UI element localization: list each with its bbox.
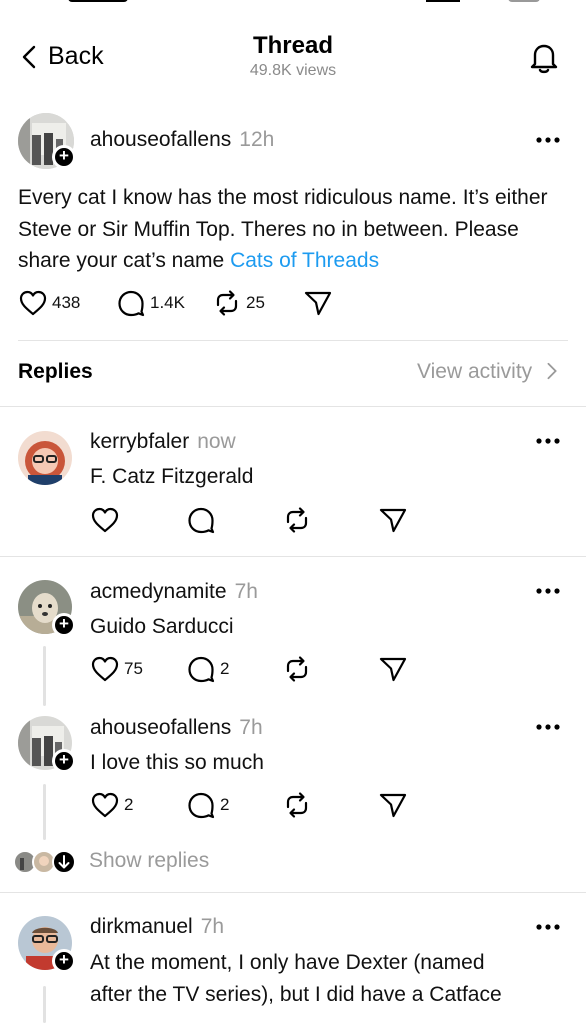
reply-count: 1.4K — [150, 293, 185, 312]
divider — [18, 340, 568, 341]
signal-icon — [426, 0, 460, 2]
comment-icon — [188, 507, 215, 534]
send-icon — [379, 793, 407, 818]
username[interactable]: dirkmanuel — [90, 915, 193, 938]
share-button[interactable] — [303, 288, 333, 318]
reply-text: I love this so much — [90, 751, 264, 774]
reply-avatars-stack[interactable] — [12, 848, 78, 876]
comment-icon — [188, 656, 215, 683]
username[interactable]: ahouseofallens — [90, 128, 231, 151]
reply-author[interactable]: dirkmanuel 7h — [90, 915, 224, 939]
like-count: 75 — [124, 659, 143, 678]
reply-time: 7h — [200, 915, 225, 938]
topic-tag[interactable]: Cats of Threads — [230, 249, 379, 272]
reply-button[interactable] — [186, 505, 216, 535]
like-button[interactable]: 2 — [90, 790, 133, 820]
follow-plus-icon[interactable]: + — [52, 749, 76, 773]
comment-icon — [188, 792, 215, 819]
repost-button[interactable] — [282, 654, 312, 684]
show-replies-link[interactable]: Show replies — [89, 849, 209, 873]
heart-icon — [91, 656, 119, 682]
nav-header: Back Thread 49.8K views — [0, 28, 586, 88]
follow-plus-icon[interactable]: + — [52, 613, 76, 637]
avatar[interactable] — [18, 431, 72, 485]
more-icon[interactable] — [534, 135, 562, 145]
reply-button[interactable]: 2 — [186, 790, 229, 820]
send-icon — [304, 291, 332, 316]
more-icon[interactable] — [534, 922, 562, 932]
heart-icon — [19, 290, 47, 316]
title-block: Thread 49.8K views — [0, 32, 586, 80]
username[interactable]: acmedynamite — [90, 580, 227, 603]
reply-text: F. Catz Fitzgerald — [90, 465, 254, 488]
comment-icon — [118, 290, 145, 317]
avatar-photo — [18, 431, 72, 485]
view-count: 49.8K views — [249, 62, 337, 79]
username[interactable]: ahouseofallens — [90, 716, 231, 739]
reply-button[interactable]: 1.4K — [116, 288, 185, 318]
send-icon — [379, 657, 407, 682]
share-button[interactable] — [378, 790, 408, 820]
post-time: 12h — [239, 128, 275, 151]
repost-icon — [286, 656, 308, 682]
more-icon[interactable] — [534, 586, 562, 596]
repost-icon — [216, 290, 238, 316]
follow-plus-icon[interactable]: + — [52, 145, 76, 169]
thread-line — [43, 646, 46, 706]
reply-count: 2 — [220, 795, 230, 814]
send-icon — [379, 508, 407, 533]
divider — [0, 892, 586, 893]
like-button[interactable]: 75 — [90, 654, 143, 684]
repost-button[interactable] — [282, 505, 312, 535]
heart-icon — [91, 507, 119, 533]
follow-plus-icon[interactable]: + — [52, 949, 76, 973]
reply-author[interactable]: ahouseofallens 7h — [90, 716, 263, 740]
repost-icon — [286, 507, 308, 533]
like-button[interactable] — [90, 505, 120, 535]
heart-icon — [91, 792, 119, 818]
share-button[interactable] — [378, 654, 408, 684]
reply-text-line: after the TV series), but I did have a C… — [90, 983, 502, 1006]
repost-count: 25 — [246, 293, 265, 312]
reply-time: now — [197, 430, 236, 453]
like-count: 438 — [52, 293, 81, 312]
repost-icon — [286, 792, 308, 818]
like-count: 2 — [124, 795, 134, 814]
like-button[interactable]: 438 — [18, 288, 80, 318]
page-title: Thread — [252, 32, 333, 59]
battery-icon — [508, 0, 540, 2]
status-bar — [0, 0, 586, 10]
divider — [0, 556, 586, 557]
reply-button[interactable]: 2 — [186, 654, 229, 684]
reply-author[interactable]: kerrybfaler now — [90, 430, 236, 454]
username[interactable]: kerrybfaler — [90, 430, 189, 453]
post-body: Every cat I know has the most ridiculous… — [18, 182, 570, 277]
reply-author[interactable]: acmedynamite 7h — [90, 580, 258, 604]
reply-time: 7h — [234, 580, 258, 603]
reply-time: 7h — [239, 716, 263, 739]
status-time-fragment — [68, 0, 128, 2]
repost-button[interactable] — [282, 790, 312, 820]
reply-count: 2 — [220, 659, 230, 678]
reply-text-line: At the moment, I only have Dexter (named — [90, 951, 485, 974]
view-activity-label: View activity — [417, 360, 533, 383]
replies-title: Replies — [18, 360, 93, 383]
divider — [0, 406, 586, 407]
chevron-right-icon — [547, 362, 557, 380]
view-activity-link[interactable]: View activity — [417, 360, 558, 384]
reply-text: Guido Sarducci — [90, 615, 234, 638]
share-button[interactable] — [378, 505, 408, 535]
bell-icon[interactable] — [526, 40, 562, 76]
repost-button[interactable]: 25 — [212, 288, 265, 318]
post-author[interactable]: ahouseofallens 12h — [90, 128, 274, 152]
thread-line — [43, 986, 46, 1023]
thread-line — [43, 784, 46, 840]
more-icon[interactable] — [534, 436, 562, 446]
stacked-avatars — [13, 850, 76, 874]
more-icon[interactable] — [534, 722, 562, 732]
